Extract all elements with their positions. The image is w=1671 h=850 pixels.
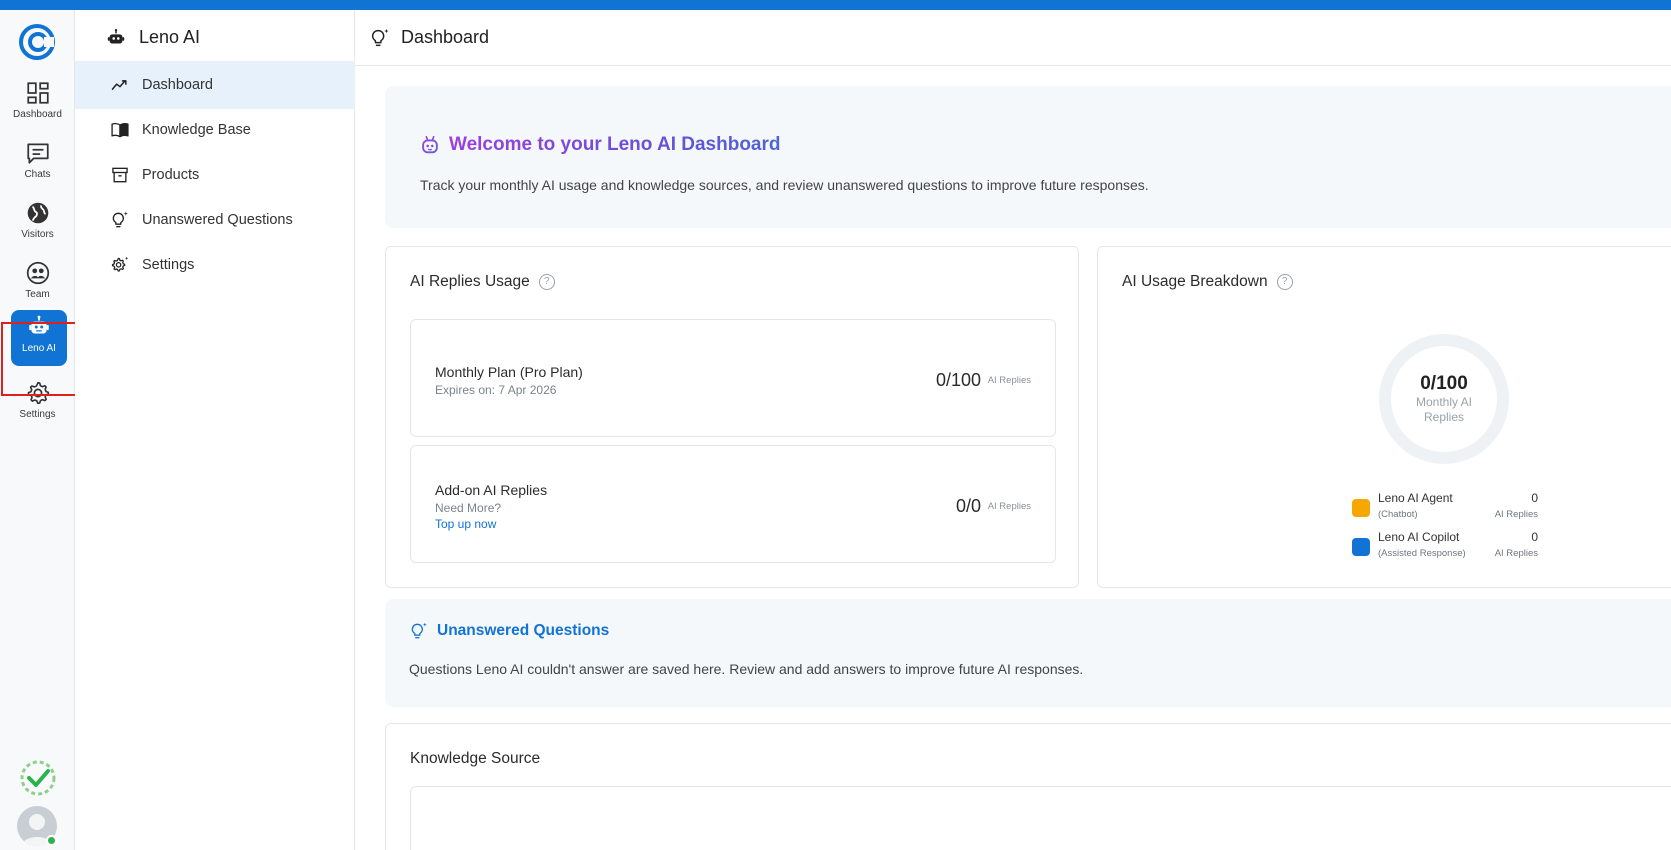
rail-item-team[interactable]: Team: [4, 256, 71, 312]
knowledge-source-list: [410, 786, 1671, 850]
rail-item-label: Team: [25, 289, 50, 300]
addon-replies-box: Add-on AI Replies Need More? Top up now …: [410, 445, 1056, 563]
rail-item-label: Visitors: [21, 229, 54, 240]
sidebar-item-label: Unanswered Questions: [142, 212, 293, 228]
status-check-icon[interactable]: [19, 759, 57, 797]
legend-unit: AI Replies: [1494, 548, 1538, 559]
welcome-description: Track your monthly AI usage and knowledg…: [420, 177, 1149, 193]
addon-count: 0/0: [955, 496, 981, 516]
top-accent-bar: [0, 0, 1671, 10]
ai-usage-breakdown-card: AI Usage Breakdown ? 0/100 Monthly AI Re…: [1097, 246, 1671, 588]
help-icon[interactable]: ?: [1276, 274, 1293, 290]
legend-item-copilot: Leno AI Copilot (Assisted Response) 0 AI…: [1352, 530, 1538, 562]
legend-name: Leno AI Copilot: [1378, 530, 1460, 544]
rail-item-label: Chats: [24, 169, 51, 180]
plan-count: 0/100: [935, 370, 981, 390]
sidebar-item-knowledge-base[interactable]: Knowledge Base: [75, 106, 355, 154]
legend-swatch: [1352, 538, 1370, 556]
addon-name: Add-on AI Replies: [435, 482, 548, 498]
plan-unit: AI Replies: [987, 375, 1031, 386]
legend-name: Leno AI Agent: [1378, 491, 1453, 505]
robot-icon: [422, 135, 438, 154]
rail-item-dashboard[interactable]: Dashboard: [4, 76, 71, 132]
plan-expiry: Expires on: 7 Apr 2026: [435, 383, 557, 397]
sidebar-title: Leno AI: [139, 27, 201, 47]
lightbulb-sparkle-icon: [371, 28, 389, 46]
ai-usage-breakdown-title: AI Usage Breakdown: [1122, 273, 1268, 290]
trend-icon: [111, 80, 127, 90]
ai-replies-usage-card: AI Replies Usage ? Monthly Plan (Pro Pla…: [385, 246, 1079, 588]
unanswered-questions-banner: Unanswered Questions Questions Leno AI c…: [385, 599, 1671, 707]
knowledge-source-card: Knowledge Source: [385, 723, 1671, 850]
book-icon: [111, 122, 129, 138]
online-status-dot: [46, 835, 57, 846]
main-content: Dashboard Welcome to your Leno AI Dashbo…: [355, 10, 1671, 850]
legend-value: 0: [1531, 530, 1538, 544]
page-header: Dashboard: [355, 10, 1671, 66]
plan-name: Monthly Plan (Pro Plan): [435, 364, 583, 380]
donut-center: 0/100 Monthly AI Replies: [1378, 333, 1510, 465]
sidebar-item-label: Dashboard: [142, 77, 213, 93]
gear-sparkle-icon: [111, 256, 129, 272]
chat-icon: [26, 143, 49, 164]
legend-subtext: (Chatbot): [1378, 509, 1418, 520]
unanswered-title[interactable]: Unanswered Questions: [437, 622, 609, 640]
page-title: Dashboard: [401, 27, 490, 47]
top-up-link[interactable]: Top up now: [435, 517, 496, 531]
leno-ai-sidebar: Leno AI Dashboard Knowledge Base Product…: [75, 10, 355, 850]
sidebar-item-label: Knowledge Base: [142, 122, 251, 138]
sidebar-item-settings[interactable]: Settings: [75, 241, 355, 289]
app-logo-icon[interactable]: [18, 23, 56, 61]
donut-value: 0/100: [1420, 373, 1468, 394]
robot-icon: [107, 28, 125, 43]
ai-replies-usage-title: AI Replies Usage: [410, 273, 530, 290]
usage-donut-chart: 0/100 Monthly AI Replies: [1378, 333, 1510, 465]
sidebar-header: Leno AI: [75, 10, 355, 65]
addon-subtext: Need More?: [435, 501, 502, 515]
unanswered-description: Questions Leno AI couldn't answer are sa…: [409, 661, 1084, 677]
welcome-heading: Welcome to your Leno AI Dashboard: [419, 134, 781, 156]
sidebar-item-label: Products: [142, 167, 200, 183]
rail-item-visitors[interactable]: Visitors: [4, 196, 71, 252]
donut-label: Monthly AI Replies: [1415, 395, 1473, 424]
archive-box-icon: [112, 167, 128, 183]
welcome-title: Welcome to your Leno AI Dashboard: [449, 134, 781, 155]
lightbulb-sparkle-icon: [411, 622, 427, 639]
monthly-plan-box: Monthly Plan (Pro Plan) Expires on: 7 Ap…: [410, 319, 1056, 437]
addon-unit: AI Replies: [987, 501, 1031, 512]
rail-item-label: Dashboard: [13, 109, 62, 120]
team-icon: [26, 261, 49, 285]
icon-rail: Dashboard Chats Visitors Team Leno AI Se…: [0, 10, 75, 850]
globe-icon: [27, 202, 48, 224]
legend-item-agent: Leno AI Agent (Chatbot) 0 AI Replies: [1352, 491, 1538, 523]
sidebar-item-products[interactable]: Products: [75, 151, 355, 199]
legend-value: 0: [1531, 491, 1538, 505]
card-title: AI Replies Usage ?: [410, 273, 555, 291]
lightbulb-sparkle-icon: [112, 211, 128, 228]
sidebar-item-label: Settings: [142, 257, 195, 273]
welcome-banner: Welcome to your Leno AI Dashboard Track …: [385, 86, 1671, 228]
knowledge-source-title: Knowledge Source: [410, 750, 541, 767]
card-title: AI Usage Breakdown ?: [1122, 273, 1293, 291]
sidebar-item-dashboard[interactable]: Dashboard: [75, 61, 355, 109]
dashboard-icon: [26, 82, 49, 104]
rail-item-label: Settings: [19, 409, 56, 420]
legend-swatch: [1352, 499, 1370, 517]
legend-unit: AI Replies: [1494, 509, 1538, 520]
unanswered-heading: Unanswered Questions: [409, 621, 609, 641]
help-icon[interactable]: ?: [538, 274, 555, 290]
sidebar-item-unanswered-questions[interactable]: Unanswered Questions: [75, 196, 355, 244]
legend-subtext: (Assisted Response): [1378, 548, 1466, 559]
rail-item-chats[interactable]: Chats: [4, 136, 71, 192]
